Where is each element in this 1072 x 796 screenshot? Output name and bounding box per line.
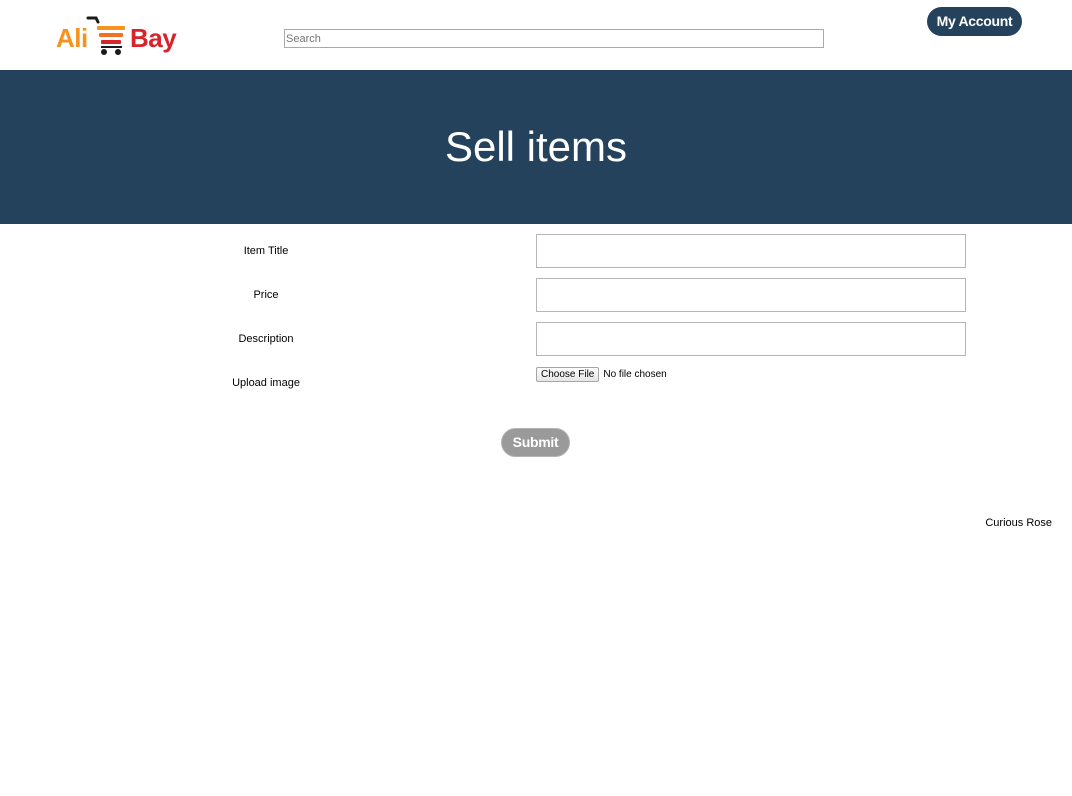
item-title-label: Item Title — [243, 245, 289, 257]
price-label: Price — [253, 289, 279, 301]
choose-file-button[interactable]: Choose File — [536, 366, 600, 382]
item-title-input[interactable] — [536, 234, 966, 268]
upload-image-label: Upload image — [232, 377, 300, 389]
submit-button[interactable]: Submit — [501, 428, 570, 457]
username-label: Curious Rose — [985, 517, 1052, 529]
page: Ali Bay My Account Sell items Item Title… — [0, 0, 1072, 796]
my-account-button[interactable]: My Account — [927, 7, 1022, 36]
search-input[interactable] — [284, 29, 824, 48]
logo-text-ali: Ali — [56, 23, 88, 53]
file-status-text: No file chosen — [603, 368, 667, 380]
page-title: Sell items — [444, 123, 628, 170]
description-label: Description — [238, 333, 294, 345]
shopping-cart-icon — [86, 16, 125, 55]
file-upload: Choose File No file chosen — [536, 366, 667, 382]
alibay-logo[interactable]: Ali Bay — [56, 14, 178, 58]
price-input[interactable] — [536, 278, 966, 312]
logo-text-bay: Bay — [130, 23, 177, 53]
description-input[interactable] — [536, 322, 966, 356]
page-banner: Sell items — [0, 70, 1072, 224]
